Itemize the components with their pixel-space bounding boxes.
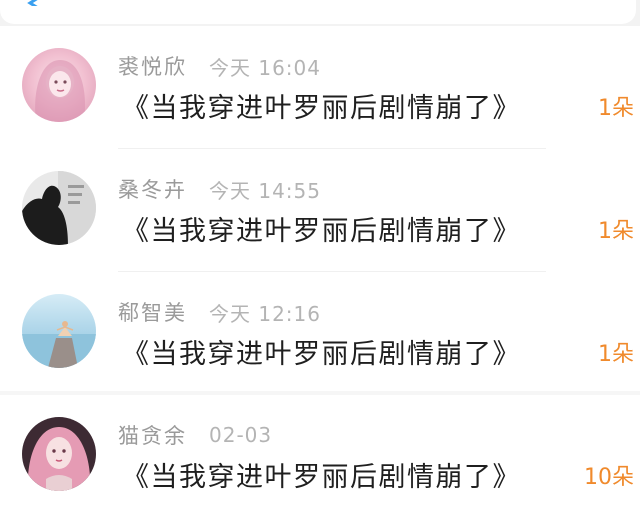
search-bar[interactable]: [0, 0, 636, 24]
flower-count: 1朵: [598, 96, 634, 121]
pink-hair-girl-avatar: [22, 48, 96, 122]
sender-name: 裘悦欣: [118, 55, 187, 79]
avatar[interactable]: [22, 417, 96, 491]
gift-records-page: 裘悦欣 今天 16:04 《当我穿进叶罗丽后剧情崩了》 1朵 桑冬卉 今天 14…: [0, 0, 640, 522]
list-item[interactable]: 猫贪余 02-03 《当我穿进叶罗丽后剧情崩了》 10朵: [0, 395, 640, 518]
sea-meditation-avatar: [22, 294, 96, 368]
book-title[interactable]: 《当我穿进叶罗丽后剧情崩了》: [122, 209, 521, 248]
list-item[interactable]: 裘悦欣 今天 16:04 《当我穿进叶罗丽后剧情崩了》 1朵: [0, 26, 640, 149]
sent-time: 02-03: [209, 423, 273, 447]
flower-count: 1朵: [598, 219, 634, 244]
pink-hair-doll-avatar: [22, 417, 96, 491]
list-item[interactable]: 桑冬卉 今天 14:55 《当我穿进叶罗丽后剧情崩了》 1朵: [0, 149, 640, 272]
sent-time: 今天 12:16: [209, 301, 321, 326]
book-title[interactable]: 《当我穿进叶罗丽后剧情崩了》: [122, 86, 521, 125]
flower-count: 10朵: [584, 465, 634, 490]
sent-time: 今天 14:55: [209, 178, 321, 203]
sender-info: 猫贪余 02-03: [118, 421, 272, 449]
chevron-left-icon[interactable]: [26, 0, 40, 6]
sent-time: 今天 16:04: [209, 55, 321, 80]
sender-name: 猫贪余: [118, 424, 187, 448]
book-title[interactable]: 《当我穿进叶罗丽后剧情崩了》: [122, 455, 521, 494]
sender-info: 桑冬卉 今天 14:55: [118, 175, 321, 203]
avatar[interactable]: [22, 48, 96, 122]
sender-info: 裘悦欣 今天 16:04: [118, 52, 321, 80]
message-list: 裘悦欣 今天 16:04 《当我穿进叶罗丽后剧情崩了》 1朵 桑冬卉 今天 14…: [0, 26, 640, 518]
sender-name: 郗智美: [118, 301, 187, 325]
avatar[interactable]: [22, 171, 96, 245]
dark-silhouette-avatar: [22, 171, 96, 245]
list-item[interactable]: 郗智美 今天 12:16 《当我穿进叶罗丽后剧情崩了》 1朵: [0, 272, 640, 395]
sender-info: 郗智美 今天 12:16: [118, 298, 321, 326]
sender-name: 桑冬卉: [118, 178, 187, 202]
avatar[interactable]: [22, 294, 96, 368]
book-title[interactable]: 《当我穿进叶罗丽后剧情崩了》: [122, 332, 521, 371]
search-bar-area: [0, 0, 640, 26]
flower-count: 1朵: [598, 342, 634, 367]
